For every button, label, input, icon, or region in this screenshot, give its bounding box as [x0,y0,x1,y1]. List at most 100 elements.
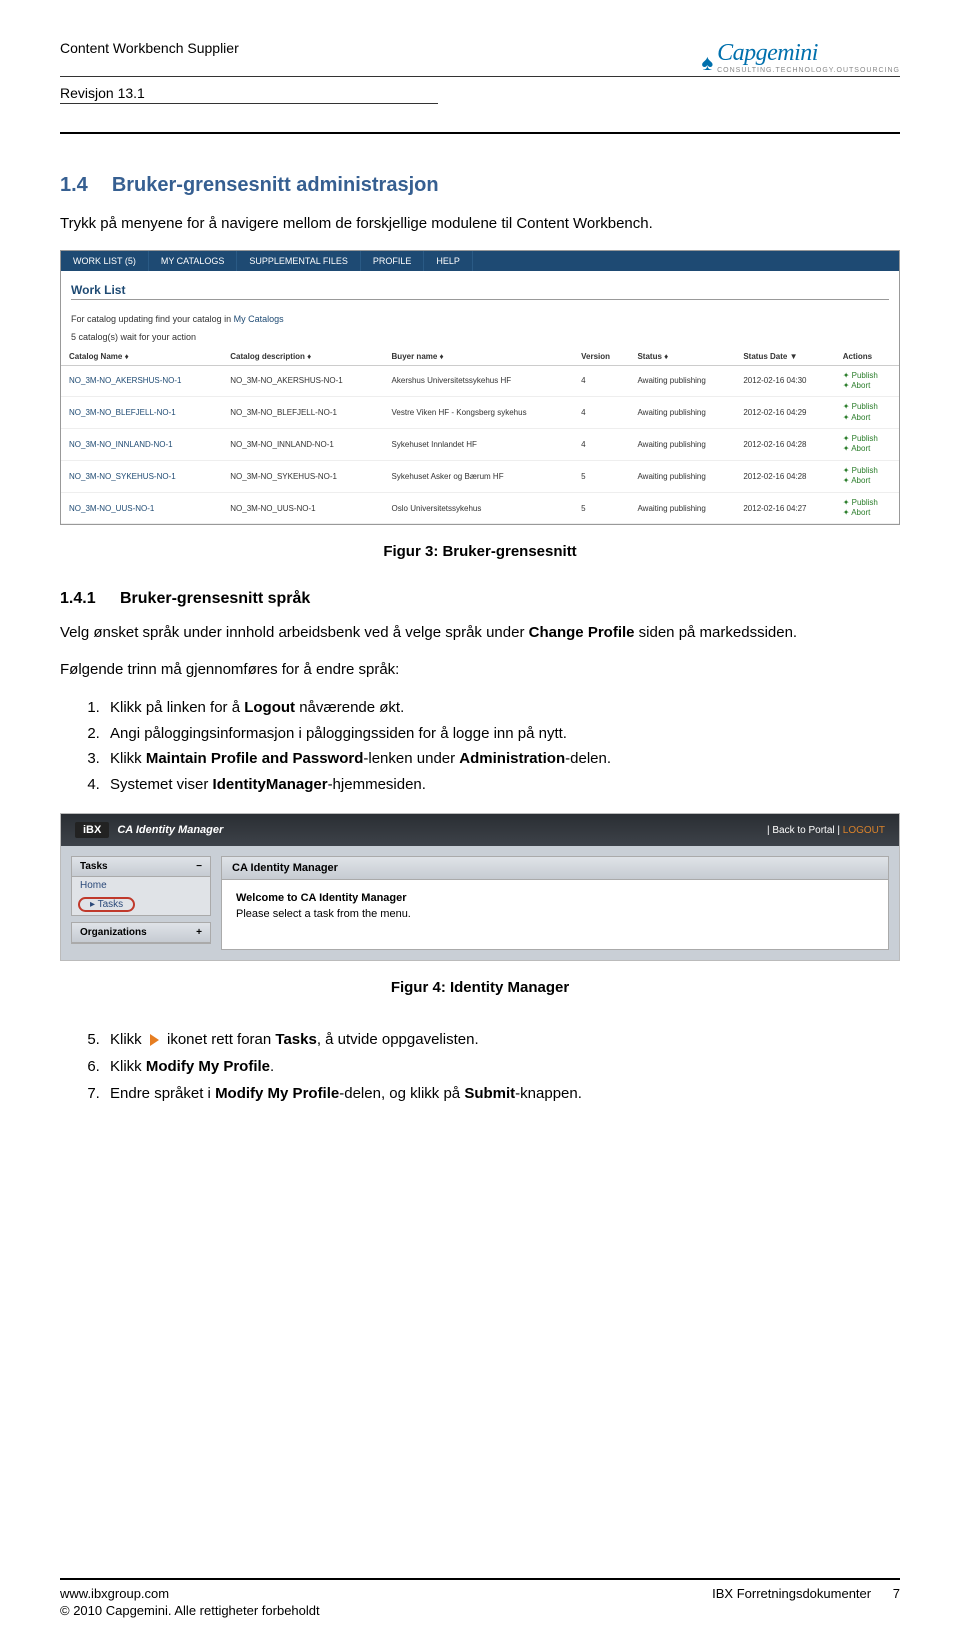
table-row: NO_3M-NO_SYKEHUS-NO-1NO_3M-NO_SYKEHUS-NO… [61,460,899,492]
publish-action[interactable]: ✦ Publish [843,466,878,475]
step-2: Angi påloggingsinformasjon i påloggingss… [104,721,900,747]
revision-label: Revisjon 13.1 [60,83,438,104]
im-body: Tasks− Home ▸ Tasks Organizations+ CA Id… [61,846,899,960]
abort-action[interactable]: ✦ Abort [843,444,871,453]
table-row: NO_3M-NO_AKERSHUS-NO-1NO_3M-NO_AKERSHUS-… [61,365,899,397]
expand-icon[interactable]: + [196,927,202,938]
sidebar-tasks-header[interactable]: Tasks− [72,857,210,877]
figure3-caption: Figur 3: Bruker-grensesnitt [60,543,900,560]
actions-cell: ✦ Publish✦ Abort [835,429,899,461]
subsection-title: Bruker-grensesnitt språk [120,590,310,607]
menu-worklist[interactable]: WORK LIST (5) [61,251,149,271]
doc-header: Content Workbench Supplier ♠ Capgemini C… [60,40,900,77]
actions-cell: ✦ Publish✦ Abort [835,460,899,492]
section-number: 1.4 [60,174,88,196]
catalog-desc: NO_3M-NO_INNLAND-NO-1 [222,429,383,461]
p1-post: siden på markedssiden. [635,624,798,641]
step-6: Klikk Modify My Profile. [104,1053,900,1080]
subsection-heading: 1.4.1Bruker-grensesnitt språk [60,590,900,608]
doc-title: Content Workbench Supplier [60,40,239,74]
abort-action[interactable]: ✦ Abort [843,476,871,485]
worklist-table: Catalog Name ♦ Catalog description ♦ Buy… [61,348,899,525]
step-3: Klikk Maintain Profile and Password-lenk… [104,746,900,772]
buyer-name: Sykehuset Innlandet HF [384,429,574,461]
abort-action[interactable]: ✦ Abort [843,413,871,422]
menu-mycatalogs[interactable]: MY CATALOGS [149,251,238,271]
menu-help[interactable]: HELP [424,251,473,271]
col-date[interactable]: Status Date ▼ [735,348,834,366]
abort-action[interactable]: ✦ Abort [843,508,871,517]
catalog-desc: NO_3M-NO_SYKEHUS-NO-1 [222,460,383,492]
actions-cell: ✦ Publish ✦ Abort [835,397,899,429]
orange-arrow-icon [150,1034,159,1046]
p1-bold: Change Profile [529,624,635,641]
step-5: Klikk ikonet rett foran Tasks, å utvide … [104,1026,900,1053]
buyer-name: Vestre Viken HF - Kongsberg sykehus [384,397,574,429]
sidebar-tasks-highlighted[interactable]: ▸ Tasks [78,897,135,912]
section-intro: Trykk på menyene for å navigere mellom d… [60,213,900,236]
footer-pagenum: 7 [893,1586,900,1601]
p1-pre: Velg ønsket språk under innhold arbeidsb… [60,624,529,641]
im-main-body: Welcome to CA Identity Manager Please se… [222,880,888,932]
catalog-name-link[interactable]: NO_3M-NO_SYKEHUS-NO-1 [61,460,222,492]
subsection-number: 1.4.1 [60,590,120,608]
catalog-desc: NO_3M-NO_UUS-NO-1 [222,492,383,524]
im-sidebar: Tasks− Home ▸ Tasks Organizations+ [71,856,211,950]
im-main-header: CA Identity Manager [222,857,888,880]
step-1: Klikk på linken for å Logout nåværende ø… [104,695,900,721]
footer-url: www.ibxgroup.com [60,1586,169,1601]
steps-list-1: Klikk på linken for å Logout nåværende ø… [104,695,900,797]
publish-action[interactable]: ✦ Publish [843,371,878,380]
publish-action[interactable]: ✦ Publish [843,402,878,411]
catalog-name-link[interactable]: NO_3M-NO_UUS-NO-1 [61,492,222,524]
collapse-icon[interactable]: − [196,861,202,872]
actions-cell: ✦ Publish✦ Abort [835,365,899,397]
publish-action[interactable]: ✦ Publish [843,434,878,443]
worklist-subtitle: For catalog updating find your catalog i… [61,314,899,328]
col-buyer[interactable]: Buyer name ♦ [384,348,574,366]
figure4-caption: Figur 4: Identity Manager [60,979,900,996]
col-desc[interactable]: Catalog description ♦ [222,348,383,366]
spade-icon: ♠ [701,52,713,74]
col-actions: Actions [835,348,899,366]
version: 4 [573,365,629,397]
status: Awaiting publishing [629,397,735,429]
publish-action[interactable]: ✦ Publish [843,498,878,507]
header-divider [60,132,900,134]
worklist-count: 5 catalog(s) wait for your action [61,328,899,348]
logout-link[interactable]: LOGOUT [843,825,885,836]
status-date: 2012-02-16 04:27 [735,492,834,524]
table-row: NO_3M-NO_INNLAND-NO-1NO_3M-NO_INNLAND-NO… [61,429,899,461]
im-brand: iBX CA Identity Manager [75,822,223,838]
catalog-name-link[interactable]: NO_3M-NO_BLEFJELL-NO-1 [61,397,222,429]
steps-list-2: Klikk ikonet rett foran Tasks, å utvide … [104,1026,900,1107]
worklist-divider [71,299,889,300]
logo-subtitle: CONSULTING.TECHNOLOGY.OUTSOURCING [717,67,900,74]
col-name[interactable]: Catalog Name ♦ [61,348,222,366]
subsection-p1: Velg ønsket språk under innhold arbeidsb… [60,622,900,645]
col-status[interactable]: Status ♦ [629,348,735,366]
actions-cell: ✦ Publish✦ Abort [835,492,899,524]
status-date: 2012-02-16 04:30 [735,365,834,397]
sidebar-org-header[interactable]: Organizations+ [72,923,210,943]
menu-suppfiles[interactable]: SUPPLEMENTAL FILES [237,251,361,271]
abort-action[interactable]: ✦ Abort [843,381,871,390]
subsection-p2: Følgende trinn må gjennomføres for å end… [60,659,900,682]
table-row: NO_3M-NO_BLEFJELL-NO-1NO_3M-NO_BLEFJELL-… [61,397,899,429]
back-to-portal-link[interactable]: | Back to Portal | [767,825,840,836]
im-instruction: Please select a task from the menu. [236,908,874,920]
logo-text: Capgemini [717,40,900,67]
im-toplinks: | Back to Portal | LOGOUT [767,825,885,836]
catalog-name-link[interactable]: NO_3M-NO_INNLAND-NO-1 [61,429,222,461]
section-heading: 1.4Bruker-grensesnitt administrasjon [60,174,900,197]
worklist-subtitle-pre: For catalog updating find your catalog i… [71,314,234,324]
status: Awaiting publishing [629,365,735,397]
buyer-name: Oslo Universitetssykehus [384,492,574,524]
mycatalogs-link[interactable]: My Catalogs [234,314,284,324]
status-date: 2012-02-16 04:29 [735,397,834,429]
catalog-desc: NO_3M-NO_BLEFJELL-NO-1 [222,397,383,429]
catalog-name-link[interactable]: NO_3M-NO_AKERSHUS-NO-1 [61,365,222,397]
menu-profile[interactable]: PROFILE [361,251,425,271]
version: 4 [573,429,629,461]
sidebar-home[interactable]: Home [72,877,210,894]
